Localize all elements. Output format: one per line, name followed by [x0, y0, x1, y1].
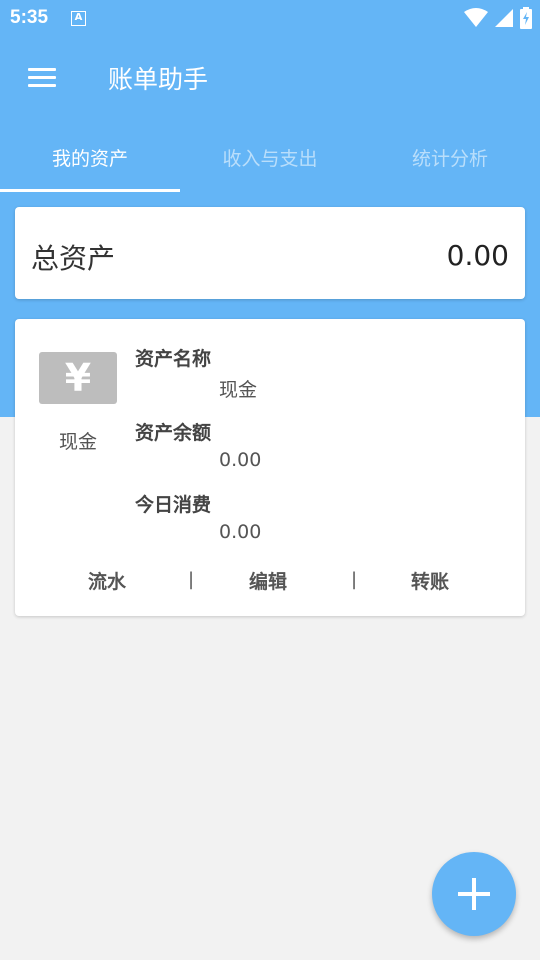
transfer-button[interactable]: 转账 [411, 567, 449, 594]
asset-name-label: 资产名称 [135, 348, 212, 370]
signal-icon [495, 9, 513, 27]
total-assets-value: 0.00 [446, 239, 509, 272]
app-title: 账单助手 [108, 65, 209, 94]
asset-balance-value: 0.00 [219, 449, 262, 471]
wifi-icon [464, 8, 488, 27]
asset-card[interactable]: ¥ 现金 资产名称 现金 资产余额 0.00 今日消费 0.00 流水 | 编辑… [15, 319, 525, 616]
today-spending-value: 0.00 [219, 521, 262, 543]
status-time: 5:35 [10, 7, 49, 28]
menu-icon[interactable] [28, 68, 56, 88]
add-icon [472, 878, 476, 910]
total-assets-label: 总资产 [31, 242, 116, 275]
today-spending-label: 今日消费 [135, 494, 212, 516]
status-bar: 5:35 A [0, 0, 540, 38]
action-divider: | [188, 569, 195, 590]
notification-icon: A [71, 11, 86, 26]
add-button[interactable] [432, 852, 516, 936]
asset-balance-label: 资产余额 [135, 422, 212, 444]
tab-income-expense[interactable]: 收入与支出 [180, 126, 360, 192]
flow-button[interactable]: 流水 [88, 567, 126, 594]
battery-icon [520, 7, 532, 29]
edit-button[interactable]: 编辑 [249, 567, 287, 594]
status-icons [464, 7, 532, 29]
tab-my-assets[interactable]: 我的资产 [0, 126, 180, 192]
asset-type-label: 现金 [58, 431, 97, 453]
app-toolbar: 账单助手 [0, 38, 540, 118]
yen-icon: ¥ [39, 352, 117, 404]
tab-bar: 我的资产 收入与支出 统计分析 [0, 126, 540, 192]
asset-name-value: 现金 [219, 379, 258, 401]
asset-actions: 流水 | 编辑 | 转账 [15, 567, 525, 599]
total-assets-card: 总资产 0.00 [15, 207, 525, 299]
action-divider: | [351, 569, 358, 590]
tab-statistics[interactable]: 统计分析 [360, 126, 540, 192]
